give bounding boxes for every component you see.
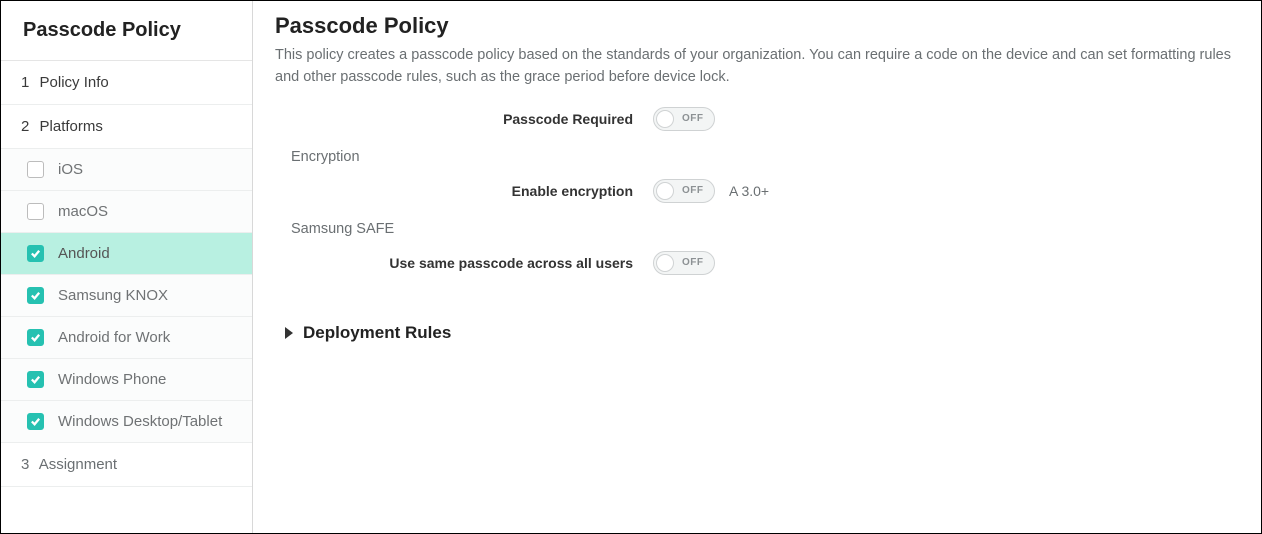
nav-step-label: Assignment: [39, 456, 117, 473]
page-title: Passcode Policy: [275, 13, 1239, 39]
row-same-passcode: Use same passcode across all users OFF: [275, 251, 1239, 275]
toggle-state: OFF: [682, 113, 704, 124]
platform-label: Samsung KNOX: [58, 287, 168, 304]
sidebar-title: Passcode Policy: [1, 1, 252, 61]
checkbox-checked-icon[interactable]: [27, 413, 44, 430]
checkbox-checked-icon[interactable]: [27, 329, 44, 346]
nav-step-number: 2: [21, 118, 29, 135]
label-passcode-required: Passcode Required: [275, 111, 653, 127]
checkbox-checked-icon[interactable]: [27, 371, 44, 388]
checkbox-unchecked-icon[interactable]: [27, 161, 44, 178]
platform-label: Windows Phone: [58, 371, 166, 388]
toggle-passcode-required[interactable]: OFF: [653, 107, 715, 131]
section-samsung-safe: Samsung SAFE: [291, 221, 1239, 237]
toggle-knob-icon: [656, 182, 674, 200]
sidebar: Passcode Policy 1 Policy Info 2 Platform…: [1, 1, 253, 533]
toggle-state: OFF: [682, 257, 704, 268]
checkbox-unchecked-icon[interactable]: [27, 203, 44, 220]
toggle-enable-encryption[interactable]: OFF: [653, 179, 715, 203]
nav-step-number: 3: [21, 456, 29, 473]
label-enable-encryption: Enable encryption: [275, 183, 653, 199]
deployment-rules-toggle[interactable]: Deployment Rules: [275, 323, 1239, 343]
nav-step-label: Platforms: [40, 118, 103, 135]
row-passcode-required: Passcode Required OFF: [275, 107, 1239, 131]
platform-label: Windows Desktop/Tablet: [58, 413, 222, 430]
platform-label: macOS: [58, 203, 108, 220]
nav-step-assignment[interactable]: 3 Assignment: [1, 443, 252, 487]
platform-item-android-for-work[interactable]: Android for Work: [1, 317, 252, 359]
main-panel: Passcode Policy This policy creates a pa…: [253, 1, 1261, 533]
row-enable-encryption: Enable encryption OFF A 3.0+: [275, 179, 1239, 203]
page-description: This policy creates a passcode policy ba…: [275, 45, 1239, 89]
triangle-right-icon: [285, 327, 293, 339]
platform-label: Android: [58, 245, 110, 262]
platform-label: iOS: [58, 161, 83, 178]
platform-label: Android for Work: [58, 329, 170, 346]
app-container: Passcode Policy 1 Policy Info 2 Platform…: [0, 0, 1262, 534]
section-encryption: Encryption: [291, 149, 1239, 165]
platform-item-samsung-knox[interactable]: Samsung KNOX: [1, 275, 252, 317]
checkbox-checked-icon[interactable]: [27, 287, 44, 304]
platform-item-macos[interactable]: macOS: [1, 191, 252, 233]
platform-item-windows-desktop-tablet[interactable]: Windows Desktop/Tablet: [1, 401, 252, 443]
toggle-knob-icon: [656, 110, 674, 128]
nav-step-label: Policy Info: [40, 74, 109, 91]
toggle-state: OFF: [682, 185, 704, 196]
toggle-knob-icon: [656, 254, 674, 272]
nav-step-platforms[interactable]: 2 Platforms: [1, 105, 252, 149]
platform-item-windows-phone[interactable]: Windows Phone: [1, 359, 252, 401]
toggle-same-passcode[interactable]: OFF: [653, 251, 715, 275]
nav-step-policy-info[interactable]: 1 Policy Info: [1, 61, 252, 105]
checkbox-checked-icon[interactable]: [27, 245, 44, 262]
platform-item-ios[interactable]: iOS: [1, 149, 252, 191]
hint-enable-encryption: A 3.0+: [729, 183, 769, 199]
label-same-passcode: Use same passcode across all users: [275, 255, 653, 271]
nav-step-number: 1: [21, 74, 29, 91]
platform-item-android[interactable]: Android: [1, 233, 252, 275]
deployment-rules-title: Deployment Rules: [303, 323, 451, 343]
